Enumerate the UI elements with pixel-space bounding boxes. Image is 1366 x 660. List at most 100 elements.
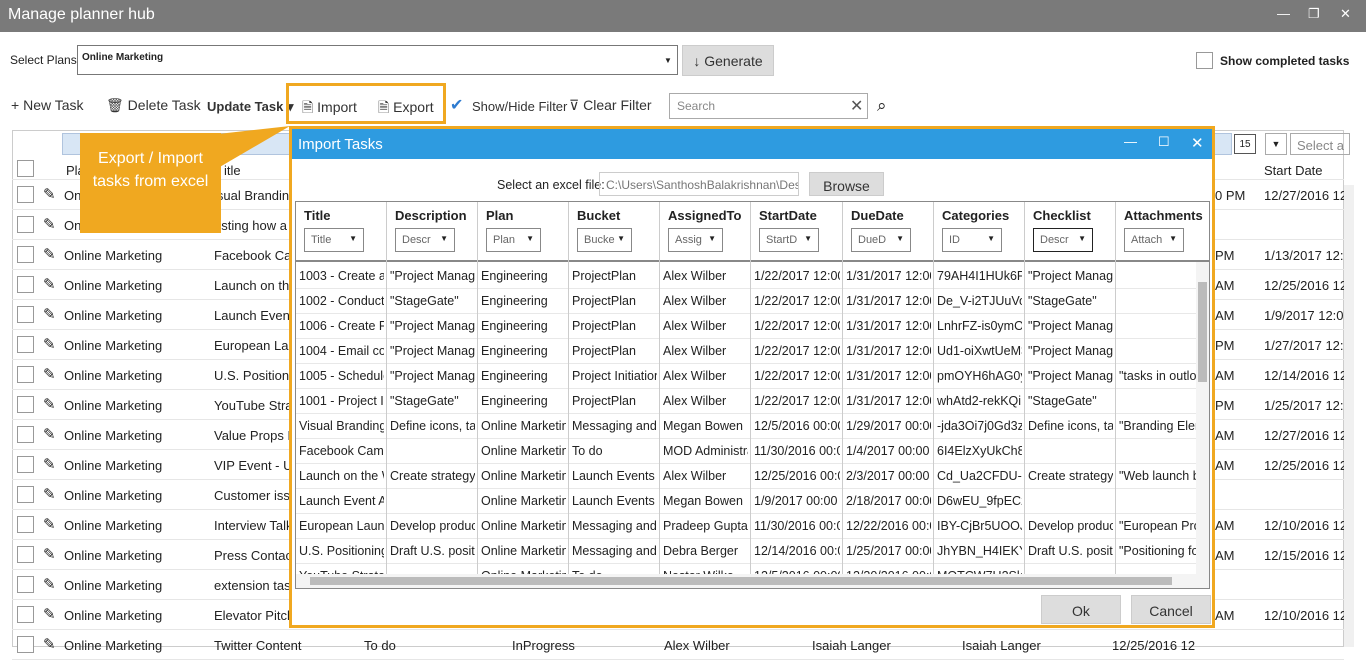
- table-row[interactable]: European Launc Develop produc Online Marke…: [296, 514, 1201, 539]
- column-filter-dropdown[interactable]: Title: [304, 228, 364, 252]
- table-row[interactable]: 1002 - Conduct "StageGate" Engineering Proj…: [296, 289, 1196, 314]
- clear-filter-button[interactable]: ⊽ Clear Filter: [569, 97, 652, 114]
- pencil-icon[interactable]: ✎: [43, 515, 56, 533]
- minimize-icon[interactable]: —: [1124, 134, 1137, 149]
- column-filter-dropdown[interactable]: Descr: [395, 228, 455, 252]
- show-hide-filter-label[interactable]: Show/Hide Filter: [472, 99, 567, 114]
- row-checkbox[interactable]: [17, 396, 34, 413]
- delete-task-button[interactable]: 🗑 Delete Task: [106, 97, 201, 114]
- column-header: Attachments Attach: [1116, 202, 1209, 260]
- pencil-icon[interactable]: ✎: [43, 365, 56, 383]
- restore-icon[interactable]: ❐: [1308, 6, 1320, 22]
- plan-select[interactable]: Online Marketing ▼: [77, 45, 678, 75]
- minimize-icon[interactable]: —: [1277, 6, 1290, 21]
- vertical-scrollbar[interactable]: [1196, 262, 1209, 588]
- clear-filter-label: Clear Filter: [583, 97, 652, 113]
- pencil-icon[interactable]: ✎: [43, 545, 56, 563]
- cell: "Project Manage: [1028, 344, 1113, 358]
- grid-scrollbar[interactable]: [1344, 185, 1354, 647]
- select-all-checkbox[interactable]: [17, 160, 34, 177]
- file-path-input[interactable]: C:\Users\SanthoshBalakrishnan\Desl: [599, 172, 799, 196]
- search-icon[interactable]: ⌕: [877, 96, 887, 116]
- row-checkbox[interactable]: [17, 546, 34, 563]
- row-checkbox[interactable]: [17, 576, 34, 593]
- table-row[interactable]: 1003 - Create ar "Project Manage Engineeri…: [296, 264, 1196, 289]
- cell: Launch Event Ac: [299, 494, 384, 508]
- pencil-icon[interactable]: ✎: [43, 425, 56, 443]
- cell: 12/22/2016 00:0: [846, 519, 931, 533]
- column-filter-dropdown[interactable]: Attach: [1124, 228, 1184, 252]
- row-checkbox[interactable]: [17, 456, 34, 473]
- row-checkbox[interactable]: [17, 366, 34, 383]
- cell: Online Marketin: [481, 494, 566, 508]
- clear-search-icon[interactable]: ✕: [850, 96, 863, 116]
- row-checkbox[interactable]: [17, 276, 34, 293]
- row-checkbox[interactable]: [17, 516, 34, 533]
- pencil-icon[interactable]: ✎: [43, 305, 56, 323]
- pencil-icon[interactable]: ✎: [43, 395, 56, 413]
- cell-plan: Online Marketing: [64, 278, 163, 293]
- pencil-icon[interactable]: ✎: [43, 455, 56, 473]
- cell: Online Marketin: [481, 544, 566, 558]
- pencil-icon[interactable]: ✎: [43, 605, 56, 623]
- cell: Megan Bowen: [663, 494, 743, 508]
- column-filter-dropdown[interactable]: Assig: [668, 228, 723, 252]
- column-filter-dropdown[interactable]: Plan: [486, 228, 541, 252]
- table-row[interactable]: U.S. Positioning Draft U.S. positi Online …: [296, 539, 1199, 564]
- checkmark-icon[interactable]: ✔: [450, 95, 463, 115]
- close-icon[interactable]: ✕: [1340, 6, 1351, 22]
- table-row[interactable]: Launch Event Ac Online Marketin Launch Eve…: [296, 489, 1196, 514]
- column-label: Bucket: [577, 208, 621, 223]
- table-row[interactable]: Launch on the W Create strategy Online Mar…: [296, 464, 1200, 489]
- show-completed-checkbox[interactable]: [1196, 52, 1213, 69]
- new-task-button[interactable]: + New Task: [11, 97, 84, 113]
- generate-button[interactable]: ↓ Generate: [682, 45, 774, 76]
- import-button[interactable]: 🗎 Import: [302, 97, 357, 121]
- update-task-button[interactable]: Update Task ▾: [207, 99, 293, 115]
- row-checkbox[interactable]: [17, 606, 34, 623]
- pencil-icon[interactable]: ✎: [43, 575, 56, 593]
- pencil-icon[interactable]: ✎: [43, 215, 56, 233]
- column-divider: [842, 202, 843, 574]
- maximize-icon[interactable]: ☐: [1158, 134, 1170, 150]
- chevron-down-icon[interactable]: ▼: [1265, 133, 1287, 155]
- pencil-icon[interactable]: ✎: [43, 185, 56, 203]
- pencil-icon[interactable]: ✎: [43, 635, 56, 653]
- hscroll-thumb[interactable]: [310, 577, 1172, 585]
- table-row[interactable]: ✎ Online Marketing Twitter Content To do…: [12, 630, 1344, 660]
- column-filter-dropdown[interactable]: Bucke: [577, 228, 632, 252]
- row-checkbox[interactable]: [17, 306, 34, 323]
- table-row[interactable]: Facebook Camp Online Marketin To do MOD Adm…: [296, 439, 1196, 464]
- table-row[interactable]: Visual Branding Define icons, tag Online M…: [296, 414, 1202, 439]
- column-filter-dropdown[interactable]: ID: [942, 228, 1002, 252]
- export-button[interactable]: 🗎 Export: [378, 97, 434, 121]
- row-checkbox[interactable]: [17, 426, 34, 443]
- ok-button[interactable]: Ok: [1041, 595, 1121, 624]
- row-checkbox[interactable]: [17, 486, 34, 503]
- row-checkbox[interactable]: [17, 186, 34, 203]
- close-icon[interactable]: ✕: [1191, 134, 1204, 152]
- table-row[interactable]: 1001 - Project Ir "StageGate" Engineering P…: [296, 389, 1196, 414]
- row-checkbox[interactable]: [17, 216, 34, 233]
- pencil-icon[interactable]: ✎: [43, 245, 56, 263]
- pencil-icon[interactable]: ✎: [43, 485, 56, 503]
- column-filter-dropdown[interactable]: DueD: [851, 228, 911, 252]
- pencil-icon[interactable]: ✎: [43, 275, 56, 293]
- table-row[interactable]: 1006 - Create Pr "Project Manage Engineeri…: [296, 314, 1196, 339]
- column-filter-dropdown[interactable]: StartD: [759, 228, 819, 252]
- table-row[interactable]: 1005 - Schedule "Project Manage Engineerin…: [296, 364, 1196, 389]
- row-checkbox[interactable]: [17, 246, 34, 263]
- cancel-button[interactable]: Cancel: [1131, 595, 1211, 624]
- select-a-input[interactable]: Select a: [1290, 133, 1350, 155]
- horizontal-scrollbar[interactable]: [296, 574, 1196, 588]
- table-row[interactable]: 1004 - Email cor "Project Manage Engineeri…: [296, 339, 1196, 364]
- row-checkbox[interactable]: [17, 336, 34, 353]
- browse-button[interactable]: Browse: [809, 172, 884, 196]
- calendar-icon[interactable]: 15: [1234, 134, 1256, 154]
- row-checkbox[interactable]: [17, 636, 34, 653]
- import-label: Import: [317, 99, 357, 115]
- pencil-icon[interactable]: ✎: [43, 335, 56, 353]
- scrollbar-thumb[interactable]: [1198, 282, 1207, 382]
- column-filter-dropdown[interactable]: Descr: [1033, 228, 1093, 252]
- search-input[interactable]: Search ✕: [669, 93, 868, 119]
